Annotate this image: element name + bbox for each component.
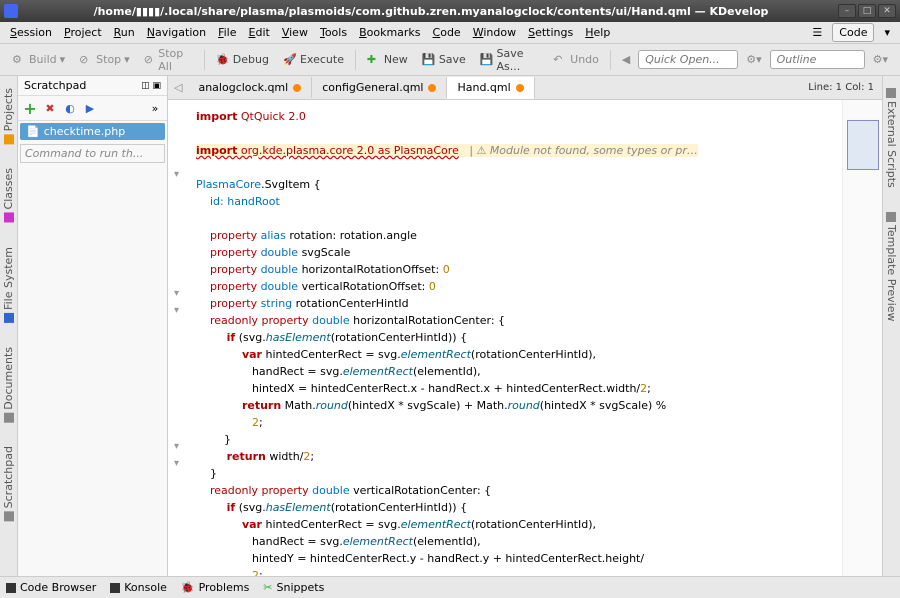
- menu-bar: Session Project Run Navigation File Edit…: [0, 22, 900, 44]
- fold-marker-icon[interactable]: ▾: [174, 166, 179, 183]
- app-icon: [4, 4, 18, 18]
- close-button[interactable]: ✕: [878, 4, 896, 18]
- execute-button[interactable]: 🚀Execute: [277, 50, 350, 70]
- menu-help[interactable]: Help: [579, 24, 616, 41]
- minimize-button[interactable]: –: [838, 4, 856, 18]
- dock-scratchpad[interactable]: Scratchpad: [1, 442, 16, 525]
- dropdown-chevron-icon[interactable]: ▾: [878, 24, 896, 41]
- code-dropdown[interactable]: Code: [832, 23, 874, 42]
- dock-external-scripts[interactable]: External Scripts: [884, 84, 899, 192]
- new-button[interactable]: ✚New: [361, 50, 414, 70]
- menu-tools[interactable]: Tools: [314, 24, 353, 41]
- save-icon: 💾: [422, 53, 436, 67]
- debug-button[interactable]: 🐞Debug: [210, 50, 275, 70]
- dirty-indicator-icon: [428, 84, 436, 92]
- minimap[interactable]: [842, 100, 882, 576]
- nav-back-button[interactable]: ◀: [616, 50, 636, 69]
- outline-input[interactable]: [770, 50, 865, 69]
- main-toolbar: ⚙Build▾ ⊘Stop▾ ⊘Stop All 🐞Debug 🚀Execute…: [0, 44, 900, 76]
- save-icon: 💾: [480, 53, 494, 67]
- code-editor[interactable]: ▾▾▾▾▾import QtQuick 2.0 import org.kde.p…: [168, 100, 842, 576]
- dirty-indicator-icon: [516, 84, 524, 92]
- menu-window[interactable]: Window: [467, 24, 522, 41]
- menu-project[interactable]: Project: [58, 24, 108, 41]
- menu-file[interactable]: File: [212, 24, 242, 41]
- menu-settings[interactable]: Settings: [522, 24, 579, 41]
- undo-button[interactable]: ↶Undo: [547, 50, 605, 70]
- quick-open-input[interactable]: [638, 50, 738, 69]
- menu-run[interactable]: Run: [108, 24, 141, 41]
- fold-marker-icon[interactable]: ▾: [174, 285, 179, 302]
- scratchpad-panel: Scratchpad ◫ ▣ + ✖ ◐ ▶ » 📄checktime.php C…: [18, 76, 168, 576]
- settings-icon-button[interactable]: ⚙▾: [740, 50, 767, 69]
- cursor-position: Line: 1 Col: 1: [800, 82, 882, 93]
- dock-template-preview[interactable]: Template Preview: [884, 208, 899, 326]
- tab-analogclock[interactable]: analogclock.qml: [188, 77, 312, 98]
- menu-session[interactable]: Session: [4, 24, 58, 41]
- fold-marker-icon[interactable]: ▾: [174, 302, 179, 319]
- minimap-viewport[interactable]: [847, 120, 879, 170]
- fold-marker-icon[interactable]: ▾: [174, 438, 179, 455]
- stop-icon: ⊘: [79, 53, 93, 67]
- tab-hand[interactable]: Hand.qml: [447, 77, 534, 99]
- tab-configgeneral[interactable]: configGeneral.qml: [312, 77, 447, 98]
- scratchpad-item[interactable]: 📄checktime.php: [20, 123, 165, 140]
- panel-detach-icon[interactable]: ◫ ▣: [141, 81, 161, 91]
- status-bar: Code Browser Konsole 🐞Problems ✂Snippets: [0, 576, 900, 598]
- menu-chevron-icon[interactable]: »: [146, 99, 164, 117]
- menu-bookmarks[interactable]: Bookmarks: [353, 24, 426, 41]
- menu-code[interactable]: Code: [427, 24, 467, 41]
- fold-marker-icon[interactable]: ▾: [174, 455, 179, 472]
- save-button[interactable]: 💾Save: [416, 50, 472, 70]
- editor-area: ◁ analogclock.qml configGeneral.qml Hand…: [168, 76, 882, 576]
- command-input[interactable]: Command to run th...: [20, 144, 165, 163]
- dock-classes[interactable]: Classes: [1, 164, 16, 226]
- scissors-icon: ✂: [263, 581, 272, 594]
- menu-navigation[interactable]: Navigation: [141, 24, 212, 41]
- status-code-browser[interactable]: Code Browser: [6, 581, 96, 594]
- dock-filesystem[interactable]: File System: [1, 243, 16, 327]
- window-buttons: – □ ✕: [838, 4, 896, 18]
- status-problems[interactable]: 🐞Problems: [181, 581, 249, 594]
- rocket-icon: 🚀: [283, 53, 297, 67]
- add-button[interactable]: +: [21, 99, 39, 117]
- terminal-icon: [6, 583, 16, 593]
- tab-nav-left-icon[interactable]: ◁: [168, 81, 188, 94]
- menu-edit[interactable]: Edit: [243, 24, 276, 41]
- window-titlebar: /home/▮▮▮▮/.local/share/plasma/plasmoids…: [0, 0, 900, 22]
- stopall-button[interactable]: ⊘Stop All: [138, 44, 199, 76]
- outline-settings-button[interactable]: ⚙▾: [867, 50, 894, 69]
- stop-icon: ⊘: [144, 53, 156, 67]
- maximize-button[interactable]: □: [858, 4, 876, 18]
- panel-title: Scratchpad: [24, 79, 86, 92]
- remove-button[interactable]: ✖: [41, 99, 59, 117]
- bug-icon: 🐞: [216, 53, 230, 67]
- right-dock: External Scripts Template Preview: [882, 76, 900, 576]
- tab-bar: ◁ analogclock.qml configGeneral.qml Hand…: [168, 76, 882, 100]
- file-icon: 📄: [26, 125, 40, 138]
- menu-view[interactable]: View: [276, 24, 314, 41]
- dock-documents[interactable]: Documents: [1, 343, 16, 427]
- plus-icon: ✚: [367, 53, 381, 67]
- status-snippets[interactable]: ✂Snippets: [263, 581, 324, 594]
- status-konsole[interactable]: Konsole: [110, 581, 167, 594]
- window-title: /home/▮▮▮▮/.local/share/plasma/plasmoids…: [24, 5, 838, 18]
- dirty-indicator-icon: [293, 84, 301, 92]
- undo-icon: ↶: [553, 53, 567, 67]
- hamburger-icon[interactable]: ☰: [806, 24, 828, 41]
- stop-button[interactable]: ⊘Stop▾: [73, 50, 136, 70]
- saveas-button[interactable]: 💾Save As...: [474, 44, 545, 76]
- run-button[interactable]: ▶: [81, 99, 99, 117]
- left-dock: Projects Classes File System Documents S…: [0, 76, 18, 576]
- terminal-icon: [110, 583, 120, 593]
- gear-icon: ⚙: [12, 53, 26, 67]
- build-button[interactable]: ⚙Build▾: [6, 50, 71, 70]
- bug-icon: 🐞: [181, 581, 195, 594]
- toggle-button[interactable]: ◐: [61, 99, 79, 117]
- dock-projects[interactable]: Projects: [1, 84, 16, 148]
